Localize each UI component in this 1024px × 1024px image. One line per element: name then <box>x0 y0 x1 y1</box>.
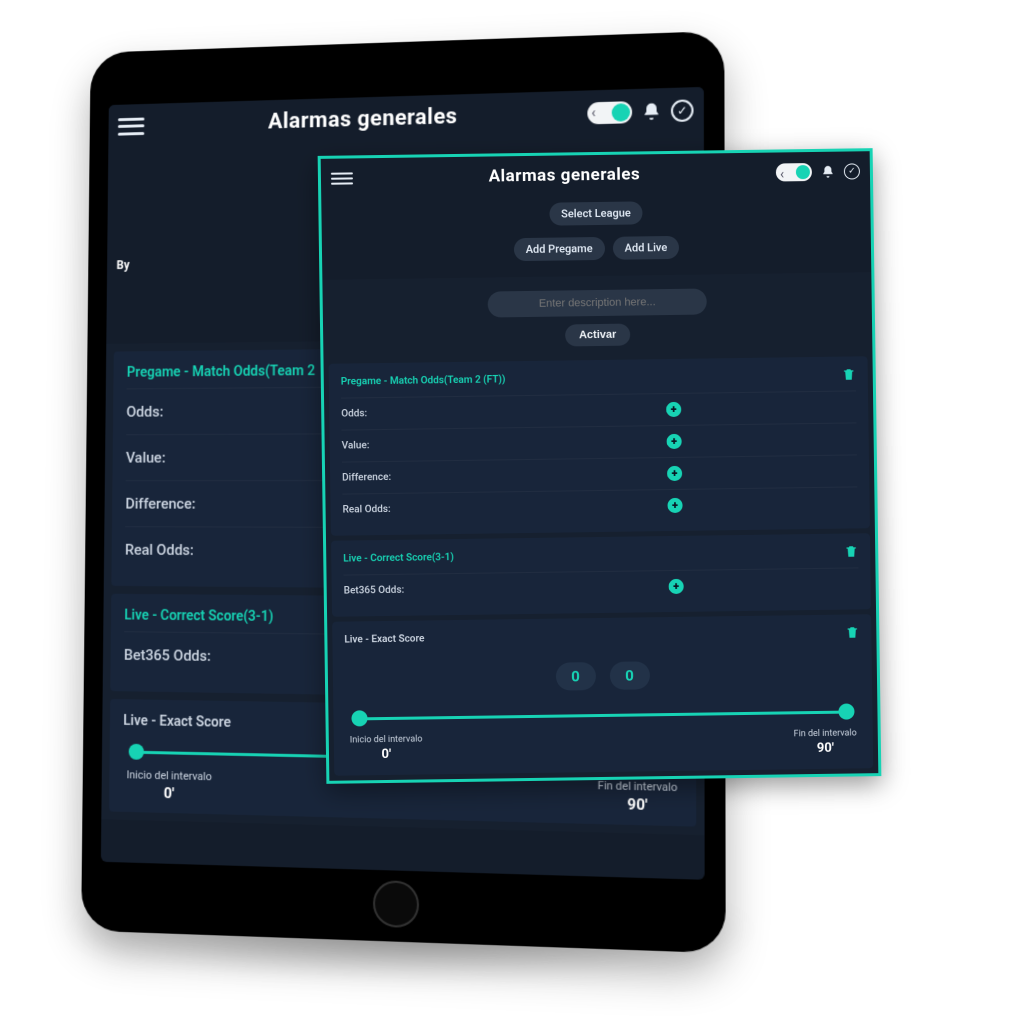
interval-end-label: Fin del intervalo <box>598 779 678 794</box>
bell-icon[interactable] <box>820 164 836 180</box>
stat-label: Real Odds: <box>125 541 194 559</box>
stat-label: Difference: <box>125 495 195 513</box>
stat-label: Odds: <box>126 403 163 421</box>
live-exact-title: Live - Exact Score <box>344 633 424 645</box>
score-home[interactable]: 0 <box>555 662 595 691</box>
add-icon[interactable]: + <box>667 498 682 513</box>
interval-start-value: 0' <box>350 746 423 762</box>
trash-icon[interactable] <box>842 366 856 382</box>
interval-end-value: 90' <box>794 740 857 756</box>
interval-slider[interactable]: Inicio del intervalo 0' Fin del interval… <box>345 696 861 765</box>
dark-mode-toggle[interactable] <box>587 101 632 124</box>
live-exact-card: Live - Exact Score 0 0 Inicio del inte <box>332 614 873 776</box>
select-league-button[interactable]: Select League <box>549 201 643 225</box>
description-input[interactable] <box>487 288 707 317</box>
stat-label: Bet365 Odds: <box>344 585 405 597</box>
score-away[interactable]: 0 <box>609 661 649 690</box>
page-title: Alarmas generales <box>152 101 579 138</box>
stat-label: Bet365 Odds: <box>124 646 211 665</box>
bell-icon[interactable] <box>640 100 662 123</box>
live-exact-title: Live - Exact Score <box>123 713 231 731</box>
add-icon[interactable]: + <box>667 466 682 481</box>
stat-row: Bet365 Odds: + <box>343 567 858 606</box>
home-button[interactable] <box>372 880 418 928</box>
checkmark-icon[interactable]: ✓ <box>844 163 860 179</box>
pregame-card: Pregame - Match Odds(Team 2 (FT)) Odds: … <box>329 356 870 536</box>
stat-label: Odds: <box>341 408 367 419</box>
app-screen: Alarmas generales ✓ Select League Add Pr… <box>321 151 879 781</box>
interval-start-label: Inicio del intervalo <box>126 768 211 783</box>
stat-row: Real Odds: + <box>342 486 857 525</box>
live-correct-title: Live - Correct Score(3-1) <box>124 608 273 625</box>
add-icon[interactable]: + <box>666 402 681 417</box>
interval-end-value: 90' <box>598 794 678 814</box>
score-row: 0 0 <box>345 648 861 703</box>
foreground-overlay: Alarmas generales ✓ Select League Add Pr… <box>318 148 882 784</box>
add-icon[interactable]: + <box>668 579 683 594</box>
menu-icon[interactable] <box>118 115 145 137</box>
checkmark-icon[interactable]: ✓ <box>671 99 694 122</box>
slider-start-knob[interactable] <box>129 744 144 760</box>
add-pregame-button[interactable]: Add Pregame <box>514 237 605 261</box>
activar-button[interactable]: Activar <box>565 324 631 347</box>
page-title: Alarmas generales <box>361 163 768 189</box>
interval-start-value: 0' <box>126 783 212 803</box>
add-live-button[interactable]: Add Live <box>612 236 679 260</box>
dark-mode-toggle[interactable] <box>776 163 812 182</box>
interval-end-label: Fin del intervalo <box>794 728 857 739</box>
interval-start-label: Inicio del intervalo <box>350 734 423 745</box>
menu-icon[interactable] <box>331 170 353 186</box>
live-correct-card: Live - Correct Score(3-1) Bet365 Odds: + <box>331 533 871 617</box>
stat-label: Value: <box>342 440 370 451</box>
add-icon[interactable]: + <box>666 434 681 449</box>
stat-label: Value: <box>126 449 166 467</box>
live-correct-title: Live - Correct Score(3-1) <box>343 552 454 565</box>
pregame-title: Pregame - Match Odds(Team 2 <box>127 363 315 380</box>
pregame-title: Pregame - Match Odds(Team 2 (FT)) <box>341 374 506 387</box>
trash-icon[interactable] <box>844 543 858 559</box>
stat-label: Real Odds: <box>343 504 391 516</box>
trash-icon[interactable] <box>845 624 859 640</box>
stat-label: Difference: <box>342 472 391 484</box>
